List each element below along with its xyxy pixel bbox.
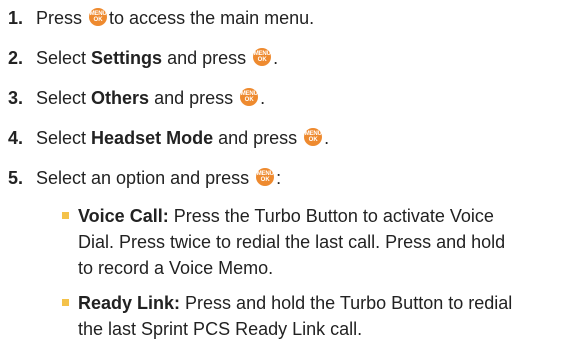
step-5: 5. Select an option and press MENU OK: [8, 166, 281, 189]
option-title: Voice Call: [78, 206, 169, 226]
step-text: Press [36, 8, 83, 28]
menu-item-others: Others [91, 88, 150, 108]
step-number: 1. [8, 8, 24, 28]
option-line: Dial. Press twice to redial the last cal… [78, 232, 506, 252]
menu-ok-button-icon: MENU OK [89, 8, 108, 26]
menu-ok-button-icon: MENU OK [256, 168, 275, 186]
step-number: 2. [8, 48, 24, 68]
step-number: 5. [8, 168, 24, 188]
menu-ok-button-icon: MENU OK [304, 128, 323, 146]
bullet-icon [62, 299, 69, 306]
step-text: . [260, 88, 266, 108]
menu-ok-button-icon: MENU OK [253, 48, 272, 66]
step-number: 4. [8, 128, 24, 148]
option-line: the last Sprint PCS Ready Link call. [78, 319, 363, 339]
instruction-page: 1. Press MENU OK to access the main menu. 2… [0, 0, 578, 345]
step-text: Select [36, 48, 87, 68]
step-number: 3. [8, 88, 24, 108]
option-line: Ready Link: Press and hold the Turbo But… [78, 293, 513, 313]
step-3: 3. Select Others and press MENU OK. [8, 86, 265, 109]
step-1: 1. Press MENU OK to access the main menu. [8, 6, 314, 29]
step-text: Select an option and press [36, 168, 250, 188]
step-2: 2. Select Settings and press MENU OK. [8, 46, 278, 69]
step-text: . [273, 48, 279, 68]
option-ready-link: Ready Link: Press and hold the Turbo But… [62, 290, 568, 342]
option-title: Ready Link: [78, 293, 181, 313]
step-4: 4. Select Headset Mode and press MENU OK. [8, 126, 329, 149]
option-voice-call: Voice Call: Press the Turbo Button to ac… [62, 203, 568, 281]
menu-item-headset-mode: Headset Mode [91, 128, 214, 148]
step-text: and press [218, 128, 298, 148]
menu-ok-button-icon: MENU OK [240, 88, 259, 106]
option-line: to record a Voice Memo. [78, 258, 274, 278]
step-text: Select [36, 88, 87, 108]
step-text: and press [154, 88, 234, 108]
step-text: : [276, 168, 282, 188]
menu-item-settings: Settings [91, 48, 163, 68]
step-text: and press [167, 48, 247, 68]
bullet-icon [62, 212, 69, 219]
step-text: to access the main menu. [109, 8, 315, 28]
option-line: Voice Call: Press the Turbo Button to ac… [78, 206, 494, 226]
step-text: Select [36, 128, 87, 148]
step-text: . [324, 128, 330, 148]
